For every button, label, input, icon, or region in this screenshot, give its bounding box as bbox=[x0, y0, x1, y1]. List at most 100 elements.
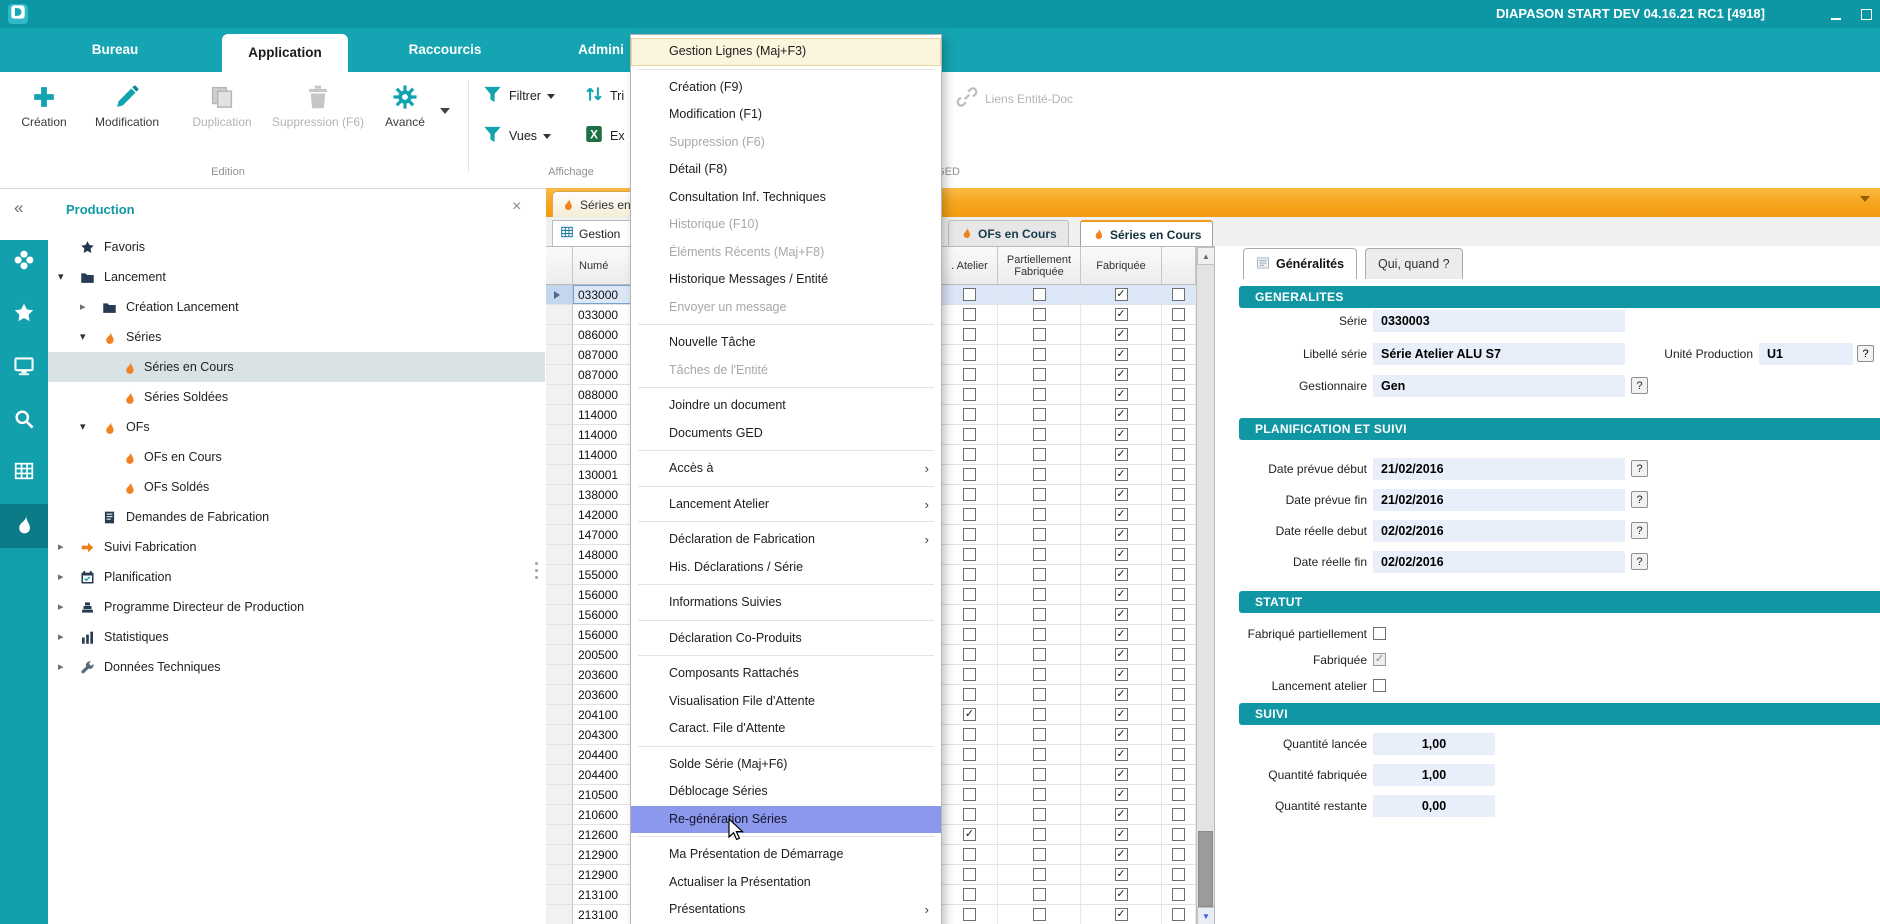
cell-fabriquee[interactable]: ✓ bbox=[1081, 385, 1162, 405]
cell-atelier[interactable] bbox=[942, 385, 998, 405]
rail-item-pinwheel-icon[interactable] bbox=[0, 240, 48, 284]
checkbox[interactable]: ✓ bbox=[1115, 428, 1128, 441]
cell-atelier[interactable] bbox=[942, 645, 998, 665]
checkbox[interactable] bbox=[963, 908, 976, 921]
cell-atelier[interactable] bbox=[942, 465, 998, 485]
cell-atelier[interactable] bbox=[942, 545, 998, 565]
checkbox[interactable]: ✓ bbox=[1115, 528, 1128, 541]
cell-partiellement[interactable] bbox=[998, 365, 1081, 385]
checkbox[interactable]: ✓ bbox=[1115, 888, 1128, 901]
cell-fabriquee[interactable]: ✓ bbox=[1081, 725, 1162, 745]
cell-partiellement[interactable] bbox=[998, 685, 1081, 705]
cell-fabriquee[interactable]: ✓ bbox=[1081, 305, 1162, 325]
chevron-down-icon[interactable]: ▾ bbox=[58, 262, 64, 292]
tab-series-en-cours[interactable]: Séries en Cours bbox=[1080, 220, 1213, 247]
cell-extra[interactable] bbox=[1162, 905, 1196, 924]
checkbox[interactable] bbox=[1172, 508, 1185, 521]
field-value[interactable]: 02/02/2016 bbox=[1373, 520, 1625, 542]
column-header-atelier[interactable]: . Atelier bbox=[942, 247, 998, 285]
cell-fabriquee[interactable]: ✓ bbox=[1081, 425, 1162, 445]
checkbox[interactable] bbox=[1172, 668, 1185, 681]
field-value[interactable]: 1,00 bbox=[1373, 733, 1495, 755]
cell-extra[interactable] bbox=[1162, 725, 1196, 745]
checkbox[interactable]: ✓ bbox=[963, 828, 976, 841]
cell-fabriquee[interactable]: ✓ bbox=[1081, 645, 1162, 665]
cell-atelier[interactable] bbox=[942, 865, 998, 885]
checkbox[interactable] bbox=[1033, 868, 1046, 881]
checkbox[interactable] bbox=[1172, 688, 1185, 701]
scroll-down-button[interactable]: ▼ bbox=[1197, 907, 1215, 924]
cell-partiellement[interactable] bbox=[998, 665, 1081, 685]
checkbox[interactable] bbox=[1172, 568, 1185, 581]
cell-partiellement[interactable] bbox=[998, 865, 1081, 885]
checkbox[interactable] bbox=[963, 368, 976, 381]
checkbox[interactable] bbox=[963, 648, 976, 661]
checkbox[interactable] bbox=[963, 748, 976, 761]
cell-atelier[interactable] bbox=[942, 425, 998, 445]
cell-partiellement[interactable] bbox=[998, 845, 1081, 865]
field-value[interactable]: U1 bbox=[1759, 343, 1853, 365]
checkbox[interactable] bbox=[1033, 628, 1046, 641]
field-value[interactable]: 21/02/2016 bbox=[1373, 489, 1625, 511]
cell-atelier[interactable] bbox=[942, 905, 998, 924]
checkbox[interactable] bbox=[1033, 668, 1046, 681]
field-value[interactable]: 02/02/2016 bbox=[1373, 551, 1625, 573]
cell-fabriquee[interactable]: ✓ bbox=[1081, 605, 1162, 625]
sidebar-item-demandes-de-fabrication[interactable]: Demandes de Fabrication bbox=[48, 502, 545, 532]
cell-partiellement[interactable] bbox=[998, 885, 1081, 905]
checkbox[interactable] bbox=[1033, 828, 1046, 841]
resize-handle[interactable] bbox=[535, 562, 539, 583]
checkbox[interactable] bbox=[1172, 608, 1185, 621]
menu-item-gestion-lignes-maj-f3[interactable]: Gestion Lignes (Maj+F3) bbox=[631, 38, 941, 66]
checkbox[interactable] bbox=[1033, 708, 1046, 721]
checkbox[interactable]: ✓ bbox=[1115, 368, 1128, 381]
cell-partiellement[interactable] bbox=[998, 445, 1081, 465]
checkbox[interactable]: ✓ bbox=[1115, 828, 1128, 841]
field-value[interactable]: Série Atelier ALU S7 bbox=[1373, 343, 1625, 365]
checkbox[interactable] bbox=[1033, 728, 1046, 741]
checkbox[interactable] bbox=[963, 728, 976, 741]
filtrer-button[interactable]: Filtrer bbox=[482, 84, 555, 108]
menu-item-pr-sentations[interactable]: Présentations› bbox=[631, 896, 941, 924]
menu-item-his-d-clarations-s-rie[interactable]: His. Déclarations / Série bbox=[631, 554, 941, 582]
checkbox[interactable] bbox=[1033, 788, 1046, 801]
checkbox[interactable] bbox=[1172, 588, 1185, 601]
chevron-right-icon[interactable]: ▸ bbox=[58, 652, 64, 682]
checkbox[interactable] bbox=[1172, 768, 1185, 781]
help-button[interactable]: ? bbox=[1631, 491, 1648, 508]
checkbox[interactable]: ✓ bbox=[1115, 668, 1128, 681]
cell-extra[interactable] bbox=[1162, 285, 1196, 305]
cell-atelier[interactable] bbox=[942, 305, 998, 325]
cell-fabriquee[interactable]: ✓ bbox=[1081, 885, 1162, 905]
checkbox[interactable] bbox=[1172, 488, 1185, 501]
chevron-right-icon[interactable]: ▸ bbox=[58, 562, 64, 592]
menu-item-lancement-atelier[interactable]: Lancement Atelier› bbox=[631, 491, 941, 519]
checkbox[interactable] bbox=[963, 488, 976, 501]
cell-atelier[interactable] bbox=[942, 625, 998, 645]
cell-fabriquee[interactable]: ✓ bbox=[1081, 785, 1162, 805]
sidebar-item-s-ries-sold-es[interactable]: Séries Soldées bbox=[48, 382, 545, 412]
menu-item-historique-messages-entit[interactable]: Historique Messages / Entité bbox=[631, 266, 941, 294]
cell-extra[interactable] bbox=[1162, 785, 1196, 805]
checkbox[interactable]: ✓ bbox=[1115, 708, 1128, 721]
checkbox[interactable] bbox=[1172, 908, 1185, 921]
chevron-right-icon[interactable]: ▸ bbox=[80, 292, 86, 322]
cell-partiellement[interactable] bbox=[998, 465, 1081, 485]
field-value[interactable]: 21/02/2016 bbox=[1373, 458, 1625, 480]
cell-fabriquee[interactable]: ✓ bbox=[1081, 905, 1162, 924]
cell-atelier[interactable] bbox=[942, 725, 998, 745]
cell-fabriquee[interactable]: ✓ bbox=[1081, 545, 1162, 565]
checkbox[interactable] bbox=[1033, 328, 1046, 341]
cell-fabriquee[interactable]: ✓ bbox=[1081, 485, 1162, 505]
ribbon-tab-raccourcis[interactable]: Raccourcis bbox=[385, 28, 505, 72]
cell-extra[interactable] bbox=[1162, 745, 1196, 765]
cell-fabriquee[interactable]: ✓ bbox=[1081, 825, 1162, 845]
cell-atelier[interactable] bbox=[942, 365, 998, 385]
menu-item-nouvelle-t-che[interactable]: Nouvelle Tâche bbox=[631, 329, 941, 357]
cell-partiellement[interactable] bbox=[998, 485, 1081, 505]
cell-atelier[interactable] bbox=[942, 445, 998, 465]
cell-fabriquee[interactable]: ✓ bbox=[1081, 525, 1162, 545]
tab-qui-quand[interactable]: Qui, quand ? bbox=[1365, 248, 1463, 279]
menu-item-informations-suivies[interactable]: Informations Suivies bbox=[631, 589, 941, 617]
rail-item-monitor-icon[interactable] bbox=[0, 346, 48, 390]
